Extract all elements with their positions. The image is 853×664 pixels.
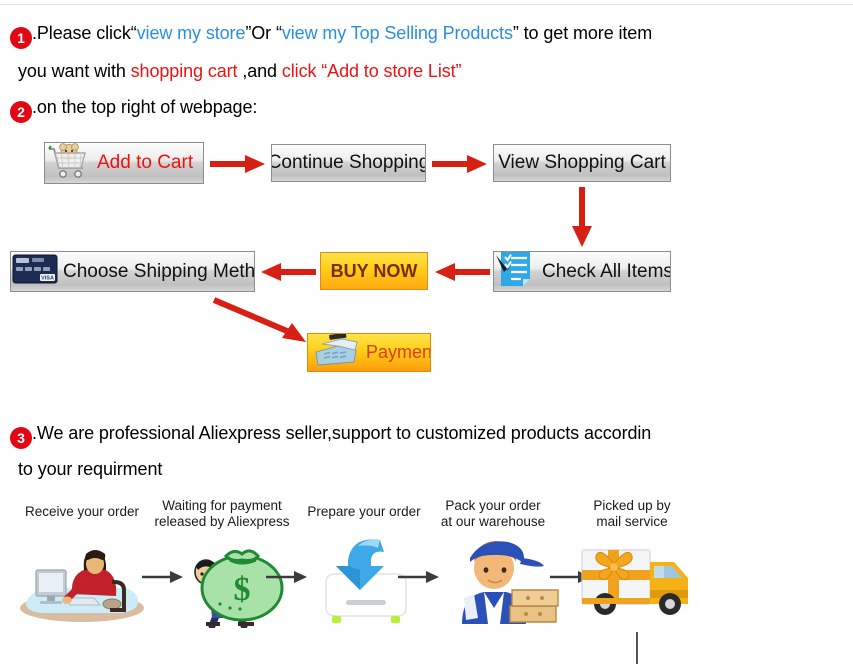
instruction-1-text-c: ” to get more item (512, 23, 653, 43)
instruction-3-text-line2: to your requirment (18, 459, 163, 479)
step-badge-1: 1 (10, 27, 32, 49)
checklist-icon (494, 252, 538, 291)
view-shopping-cart-button[interactable]: View Shopping Cart (493, 144, 671, 182)
add-to-cart-label: Add to Cart (97, 152, 194, 173)
delivery-truck-art (581, 549, 688, 615)
cash-register-icon (308, 334, 362, 371)
instruction-2-line-1: 2 .on the top right of webpage: (10, 88, 257, 126)
payment-button[interactable]: Payment (307, 333, 431, 372)
instruction-1-line-1: 1 .Please click“view my store”Or “view my… (10, 14, 652, 52)
choose-shipping-method-label: Choose Shipping Method (63, 260, 255, 282)
svg-text:$: $ (234, 571, 251, 608)
arrow-step1-to-step2 (142, 571, 183, 583)
highlight-add-to-store-list: click “Add to store List” (281, 61, 462, 81)
arrow-step3-to-step4 (398, 571, 439, 583)
check-all-items-label: Check All Items (542, 260, 671, 282)
continue-shopping-button[interactable]: Continue Shopping (271, 144, 426, 182)
instruction-3-line-2: to your requirment (18, 450, 162, 488)
person-at-computer-art (20, 550, 144, 622)
buy-now-label: BUY NOW (330, 260, 418, 281)
shipping-step-label-3: Prepare your order (307, 504, 421, 519)
worker-packing-art (462, 541, 559, 624)
step-badge-2: 2 (10, 101, 32, 123)
shipping-step-label-5: Picked up by mail service (593, 498, 671, 529)
arrow-shipping-to-payment (212, 297, 306, 342)
instruction-1-line2-b: ,and (237, 61, 282, 81)
arrow-check-items-to-buy-now (435, 263, 490, 281)
shipping-step-label-2: Waiting for payment released by Aliexpre… (154, 498, 290, 529)
instruction-1-text-b: ”Or “ (245, 23, 282, 43)
arrow-continue-to-view-cart (432, 155, 487, 173)
choose-shipping-method-button[interactable]: VISA Choose Shipping Method (10, 251, 255, 292)
continue-shopping-label: Continue Shopping (271, 152, 426, 173)
instruction-2-text: .on the top right of webpage: (32, 97, 258, 117)
credit-card-icon: VISA (11, 252, 59, 291)
link-view-my-store[interactable]: view my store (137, 23, 246, 43)
buy-now-button[interactable]: BUY NOW (320, 252, 428, 290)
link-view-my-top-selling-products[interactable]: view my Top Selling Products (282, 23, 513, 43)
arrow-cart-to-continue (210, 155, 265, 173)
svg-text:VISA: VISA (41, 275, 54, 281)
check-all-items-button[interactable]: Check All Items (493, 251, 671, 292)
payment-label: Payment (366, 342, 431, 362)
top-divider (0, 4, 853, 5)
instruction-1-line2-a: you want with (18, 61, 131, 81)
instruction-1-text-a: .Please click“ (32, 23, 137, 43)
arrow-view-cart-to-check-items (572, 187, 592, 247)
step-badge-3: 3 (10, 427, 32, 449)
view-shopping-cart-label: View Shopping Cart (498, 152, 666, 173)
highlight-shopping-cart: shopping cart (130, 61, 238, 81)
trailing-connector-line (636, 632, 638, 664)
instruction-1-line-2: you want with shopping cart ,and click “… (18, 52, 462, 90)
shopping-cart-icon (45, 143, 93, 183)
shipping-step-label-4: Pack your order at our warehouse (440, 498, 546, 529)
instruction-3-text: .We are professional Aliexpress seller,s… (32, 423, 652, 443)
add-to-cart-button[interactable]: Add to Cart (44, 142, 204, 184)
arrow-step2-to-step3 (266, 571, 307, 583)
arrow-buy-now-to-shipping (261, 263, 316, 281)
shipping-step-label-1: Receive your order (24, 504, 140, 519)
instruction-3-line-1: 3 .We are professional Aliexpress seller,… (10, 414, 651, 452)
